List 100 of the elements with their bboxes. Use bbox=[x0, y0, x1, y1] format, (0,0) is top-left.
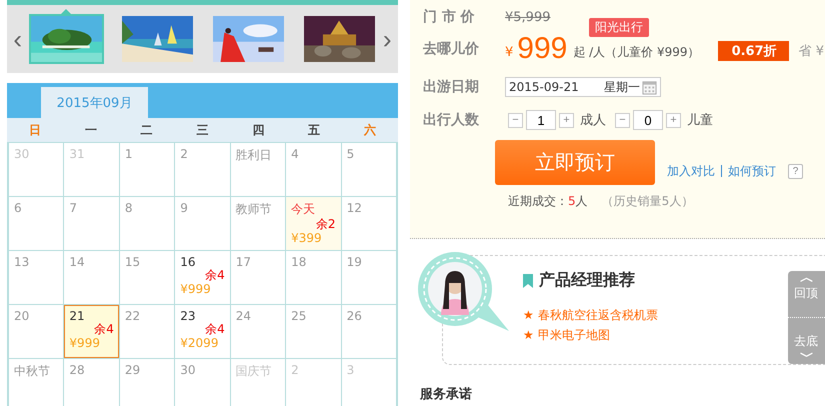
quantity-field[interactable]: 1 bbox=[526, 110, 556, 130]
currency-sign: ¥ bbox=[505, 44, 514, 60]
day-label: 21 bbox=[69, 309, 86, 323]
calendar-day[interactable]: 4 bbox=[286, 143, 341, 196]
savings-label: 省 ¥ bbox=[798, 43, 824, 60]
calendar-day[interactable]: 23 余4 ¥2099 bbox=[175, 305, 230, 358]
calendar-day[interactable]: 13 bbox=[9, 251, 64, 304]
calendar-day[interactable]: 20 bbox=[9, 305, 64, 358]
calendar-day[interactable]: 12 bbox=[342, 197, 396, 250]
calendar-day[interactable]: 国庆节 bbox=[230, 359, 286, 406]
calendar-day[interactable]: 18 bbox=[286, 251, 341, 304]
day-label: 今天 bbox=[291, 201, 316, 218]
day-price: ¥999 bbox=[69, 336, 101, 352]
recent-sales: 近期成交：5人 bbox=[508, 192, 588, 210]
promo-tag: 阳光出行 bbox=[589, 18, 649, 37]
day-price: ¥999 bbox=[180, 282, 212, 298]
quantity-field[interactable]: 0 bbox=[633, 110, 663, 130]
market-price-label: 门 市 价 bbox=[423, 8, 476, 26]
weekday-label: 五 bbox=[307, 122, 322, 138]
calendar-day[interactable]: 9 bbox=[175, 197, 230, 250]
day-label: 12 bbox=[346, 201, 363, 215]
book-button[interactable]: 立即预订 bbox=[495, 140, 655, 184]
calendar-day[interactable]: 22 bbox=[120, 305, 174, 358]
calendar-day[interactable]: 3 bbox=[342, 359, 396, 406]
traveler-type: 儿童 bbox=[687, 112, 713, 129]
calendar-day[interactable]: 7 bbox=[64, 197, 119, 250]
next-button[interactable]: › bbox=[376, 26, 398, 52]
price-note: 起 /人（儿童价 ¥999） bbox=[573, 44, 700, 60]
card-title: 产品经理推荐 bbox=[539, 270, 635, 291]
calendar-day[interactable]: 31 bbox=[64, 143, 119, 196]
weekday-label: 二 bbox=[140, 122, 154, 138]
calendar-day[interactable]: 2 bbox=[175, 143, 230, 196]
bookmark-icon bbox=[523, 274, 533, 288]
go-to-bottom-button[interactable]: 去底 ﹀ bbox=[788, 317, 825, 364]
day-label: 29 bbox=[124, 363, 142, 377]
day-price: ¥2099 bbox=[180, 336, 220, 352]
calendar-day[interactable]: 中秋节 bbox=[9, 359, 64, 406]
day-label: 15 bbox=[124, 255, 142, 269]
calendar-day[interactable]: 8 bbox=[120, 197, 174, 250]
day-label: 28 bbox=[69, 363, 86, 377]
calendar-day[interactable]: 30 bbox=[9, 143, 64, 196]
recommendation-link[interactable]: 甲米电子地图 bbox=[538, 326, 610, 344]
calendar-day[interactable]: 25 bbox=[286, 305, 341, 358]
day-label: 8 bbox=[124, 201, 134, 215]
star-icon: ★ bbox=[523, 328, 534, 342]
previous-button[interactable]: ‹ bbox=[7, 26, 28, 52]
weekday-label: 四 bbox=[251, 122, 266, 138]
seats-left: 余4 bbox=[205, 269, 225, 282]
section-title: 服务承诺 bbox=[420, 386, 472, 403]
back-to-top-button[interactable]: ︿ 回顶 bbox=[788, 271, 825, 317]
plus-button[interactable]: + bbox=[559, 112, 574, 128]
calendar-day[interactable]: 胜利日 bbox=[230, 143, 286, 196]
day-label: 25 bbox=[291, 309, 308, 323]
minus-button[interactable]: − bbox=[615, 112, 630, 128]
weekday-label: 六 bbox=[362, 122, 378, 138]
recommendation-link[interactable]: 春秋航空往返含税机票 bbox=[538, 306, 658, 324]
day-price: ¥399 bbox=[291, 231, 323, 247]
calendar-day[interactable]: 24 bbox=[230, 305, 286, 358]
how-to-book-link[interactable]: 如何预订 bbox=[728, 162, 776, 180]
weekday-label: 三 bbox=[195, 122, 210, 138]
weekday-label: 一 bbox=[84, 122, 98, 138]
market-price: ¥5,999 bbox=[505, 10, 550, 24]
day-label: 20 bbox=[14, 309, 30, 323]
calendar-day[interactable]: 29 bbox=[120, 359, 174, 406]
plus-button[interactable]: + bbox=[666, 112, 681, 128]
calendar-day[interactable]: 30 bbox=[175, 359, 230, 406]
day-label: 24 bbox=[236, 309, 252, 323]
day-label: 教师节 bbox=[236, 201, 273, 218]
compare-link[interactable]: 加入对比 bbox=[667, 162, 715, 180]
calendar-day[interactable]: 19 bbox=[342, 251, 396, 304]
seats-left: 余2 bbox=[316, 218, 336, 232]
calendar-day[interactable]: 16 余4 ¥999 bbox=[175, 251, 230, 304]
calendar-day[interactable]: 15 bbox=[120, 251, 174, 304]
minus-button[interactable]: − bbox=[508, 112, 523, 128]
calendar-day[interactable]: 17 bbox=[230, 251, 286, 304]
star-icon: ★ bbox=[523, 308, 534, 322]
month-tab[interactable]: 2015年09月 bbox=[41, 87, 148, 118]
weekday-label: 日 bbox=[28, 122, 42, 138]
calendar-day[interactable]: 1 bbox=[120, 143, 174, 196]
calendar-day[interactable]: 28 bbox=[64, 359, 119, 406]
discount-tag: 0.67折 bbox=[718, 41, 789, 61]
sales-history: （历史销量5人） bbox=[602, 192, 694, 210]
calendar-day[interactable]: 6 bbox=[9, 197, 64, 250]
calendar-day[interactable]: 5 bbox=[342, 143, 396, 196]
calendar-day[interactable]: 教师节 bbox=[230, 197, 286, 250]
day-label: 7 bbox=[69, 201, 78, 215]
calendar-day[interactable]: 14 bbox=[64, 251, 119, 304]
calendar-day[interactable]: 2 bbox=[286, 359, 341, 406]
day-label: 16 bbox=[180, 255, 197, 269]
date-field[interactable]: 2015-09-21 星期一 bbox=[505, 77, 661, 97]
calendar-day[interactable]: 26 bbox=[342, 305, 396, 358]
calendar-day[interactable]: 21 余4 ¥999 bbox=[64, 305, 119, 358]
day-label: 13 bbox=[14, 255, 30, 269]
day-label: 中秋节 bbox=[14, 363, 51, 380]
day-label: 4 bbox=[291, 147, 300, 161]
help-button[interactable]: ? bbox=[788, 164, 803, 178]
price-label: 去哪儿价 bbox=[423, 40, 480, 58]
calendar-day[interactable]: 今天 余2 ¥399 bbox=[286, 197, 341, 250]
day-label: 31 bbox=[69, 147, 86, 161]
day-label: 国庆节 bbox=[236, 363, 273, 380]
